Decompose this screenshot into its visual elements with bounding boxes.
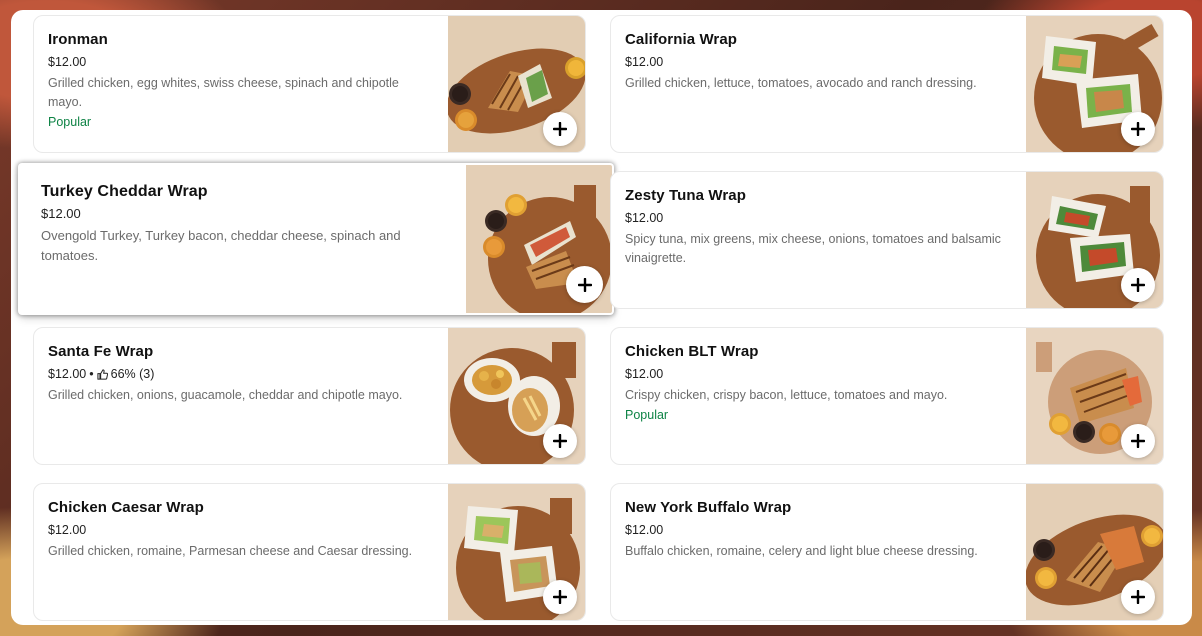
menu-item-price: $12.00 [41,206,447,222]
price-value: $12.00 [48,367,87,381]
menu-item-title: Chicken BLT Wrap [625,343,759,360]
menu-item-price: $12.00 [48,54,425,70]
separator-dot: • [89,367,94,381]
menu-item-price: $12.00 [625,54,1003,70]
menu-item-price: $12.00 [625,522,1003,538]
add-to-cart-button[interactable] [543,424,577,458]
popular-badge: Popular [48,115,92,129]
menu-item-info: Chicken Caesar Wrap $12.00 Grilled chick… [48,498,425,561]
menu-item-photo [448,328,585,464]
popular-badge: Popular [625,408,669,422]
thumbs-up-icon [97,368,108,380]
menu-item-title: Santa Fe Wrap [48,343,154,360]
menu-item-card[interactable]: New York Buffalo Wrap $12.00 Buffalo chi… [610,483,1164,621]
plus-icon [1131,434,1145,448]
add-to-cart-button[interactable] [543,112,577,146]
menu-item-photo [1026,328,1163,464]
price-value: $12.00 [41,206,81,221]
add-to-cart-button[interactable] [1121,580,1155,614]
price-value: $12.00 [625,523,664,537]
plus-icon [553,590,567,604]
add-to-cart-button[interactable] [1121,112,1155,146]
menu-item-title: Turkey Cheddar Wrap [41,183,208,200]
menu-item-info: Turkey Cheddar Wrap $12.00 Ovengold Turk… [41,182,447,266]
menu-item-photo [1026,484,1163,620]
price-value: $12.00 [625,211,664,225]
menu-item-description: Buffalo chicken, romaine, celery and lig… [625,544,978,558]
plus-icon [577,277,592,292]
add-to-cart-button[interactable] [1121,268,1155,302]
menu-item-title: Zesty Tuna Wrap [625,187,746,204]
menu-item-title: New York Buffalo Wrap [625,499,792,516]
menu-item-price: $12.00 • 66% (3) [48,366,425,382]
menu-item-info: Zesty Tuna Wrap $12.00 Spicy tuna, mix g… [625,186,1003,268]
menu-item-info: New York Buffalo Wrap $12.00 Buffalo chi… [625,498,1003,561]
menu-item-description: Grilled chicken, onions, guacamole, ched… [48,388,403,402]
menu-item-price: $12.00 [625,366,1003,382]
menu-item-description: Ovengold Turkey, Turkey bacon, cheddar c… [41,228,401,263]
menu-item-description: Crispy chicken, crispy bacon, lettuce, t… [625,388,948,402]
menu-item-info: Santa Fe Wrap $12.00 • 66% (3) Grilled c… [48,342,425,405]
menu-item-card[interactable]: Chicken BLT Wrap $12.00 Crispy chicken, … [610,327,1164,465]
menu-item-title: Ironman [48,31,108,48]
price-value: $12.00 [48,523,87,537]
menu-item-card[interactable]: Santa Fe Wrap $12.00 • 66% (3) Grilled c… [33,327,586,465]
menu-item-description: Spicy tuna, mix greens, mix cheese, onio… [625,232,1001,265]
menu-item-title: California Wrap [625,31,738,48]
menu-item-photo [466,165,612,313]
menu-item-card[interactable]: California Wrap $12.00 Grilled chicken, … [610,15,1164,153]
menu-item-description: Grilled chicken, egg whites, swiss chees… [48,76,399,109]
menu-item-photo [448,16,585,152]
price-value: $12.00 [48,55,87,69]
menu-item-photo [1026,16,1163,152]
plus-icon [553,434,567,448]
menu-item-info: Chicken BLT Wrap $12.00 Crispy chicken, … [625,342,1003,423]
plus-icon [553,122,567,136]
menu-item-card[interactable]: Zesty Tuna Wrap $12.00 Spicy tuna, mix g… [610,171,1164,309]
menu-item-description: Grilled chicken, romaine, Parmesan chees… [48,544,413,558]
menu-item-card[interactable]: Turkey Cheddar Wrap $12.00 Ovengold Turk… [20,165,612,313]
menu-item-photo [448,484,585,620]
price-value: $12.00 [625,55,664,69]
menu-item-card[interactable]: Ironman $12.00 Grilled chicken, egg whit… [33,15,586,153]
menu-item-info: California Wrap $12.00 Grilled chicken, … [625,30,1003,93]
add-to-cart-button[interactable] [543,580,577,614]
add-to-cart-button[interactable] [1121,424,1155,458]
menu-item-info: Ironman $12.00 Grilled chicken, egg whit… [48,30,425,130]
add-to-cart-button[interactable] [566,266,603,303]
menu-item-description: Grilled chicken, lettuce, tomatoes, avoc… [625,76,977,90]
plus-icon [1131,278,1145,292]
plus-icon [1131,122,1145,136]
menu-item-price: $12.00 [625,210,1003,226]
menu-item-title: Chicken Caesar Wrap [48,499,204,516]
menu-item-price: $12.00 [48,522,425,538]
menu-panel: Ironman $12.00 Grilled chicken, egg whit… [11,10,1192,625]
menu-item-photo [1026,172,1163,308]
menu-item-card[interactable]: Chicken Caesar Wrap $12.00 Grilled chick… [33,483,586,621]
plus-icon [1131,590,1145,604]
price-value: $12.00 [625,367,664,381]
rating-value: 66% (3) [110,367,155,381]
